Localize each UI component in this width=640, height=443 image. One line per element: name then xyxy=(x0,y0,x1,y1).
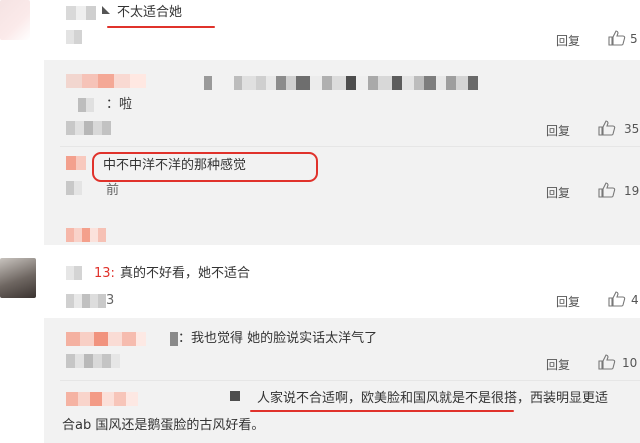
timestamp-tail: 3 xyxy=(106,293,115,308)
comment-text: 真的不好看，她不适合 xyxy=(120,266,251,281)
more-replies-blurred[interactable] xyxy=(66,228,106,242)
like-count: 4 xyxy=(631,293,639,307)
username-blurred[interactable] xyxy=(66,266,82,280)
like-count: 35 xyxy=(624,122,640,136)
timestamp-blurred xyxy=(66,294,106,308)
reply-username-blurred[interactable] xyxy=(66,74,146,88)
like-count: 5 xyxy=(630,32,638,46)
reply-avatar-blurred xyxy=(66,181,82,195)
quoted-text-blurred xyxy=(204,76,478,90)
thumbs-up-icon[interactable] xyxy=(598,120,616,140)
reply-username-blurred[interactable] xyxy=(66,156,86,170)
reply-button[interactable]: 回复 xyxy=(546,122,570,139)
like-count: 10 xyxy=(622,356,638,370)
thumbs-up-icon[interactable] xyxy=(608,30,626,50)
avatar[interactable] xyxy=(0,0,30,40)
reply-button[interactable]: 回复 xyxy=(546,184,570,201)
thumbs-up-icon[interactable] xyxy=(608,291,626,311)
reply-text: ：我也觉得 她的脸说实话太洋气了 xyxy=(178,331,378,346)
like-count: 19 xyxy=(624,184,640,198)
reply-avatar-blurred xyxy=(78,98,94,112)
highlight-underline xyxy=(107,26,215,28)
reply-text-highlight: 人家说不合适啊，欧美脸和国风就是不是很搭 xyxy=(257,391,518,406)
username-glyph xyxy=(102,6,110,14)
reply-username-blurred xyxy=(170,332,178,346)
highlight-underline xyxy=(250,410,514,412)
thumbs-up-icon[interactable] xyxy=(598,354,616,374)
username-badge xyxy=(230,391,240,401)
reply-timestamp-blurred xyxy=(66,121,111,135)
username-blurred[interactable] xyxy=(66,6,96,20)
reply-text: 中不中洋不洋的那种感觉 xyxy=(103,158,247,173)
reply-text-line2: 合ab 国风还是鹅蛋脸的古风好看。 xyxy=(62,418,265,433)
reply-timestamp-blurred xyxy=(66,354,120,368)
reply-text-tail: ，西装明显更适 xyxy=(517,391,609,406)
thumbs-up-icon[interactable] xyxy=(598,182,616,202)
reply-username-blurred[interactable] xyxy=(66,332,146,346)
timestamp-blurred xyxy=(66,30,82,44)
divider xyxy=(60,380,640,381)
avatar[interactable] xyxy=(0,258,36,298)
comment-text: 不太适合她 xyxy=(117,5,183,20)
reply-time: 前 xyxy=(106,183,120,198)
reply-text: ：啦 xyxy=(106,97,133,112)
reply-button[interactable]: 回复 xyxy=(546,356,570,373)
divider xyxy=(60,146,640,147)
reply-button[interactable]: 回复 xyxy=(556,293,580,310)
comment-prefix: 13: xyxy=(94,266,115,281)
reply-username-blurred[interactable] xyxy=(66,392,138,406)
reply-button[interactable]: 回复 xyxy=(556,32,580,49)
